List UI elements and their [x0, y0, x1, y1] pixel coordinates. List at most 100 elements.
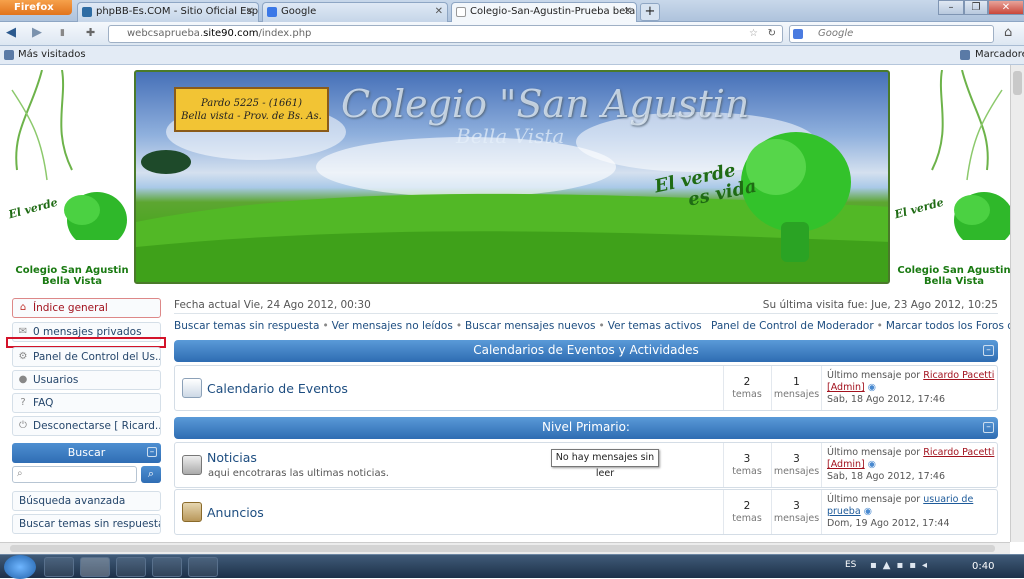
last-post-date: Sab, 18 Ago 2012, 17:46 [827, 394, 945, 405]
forum-name[interactable]: Noticias [207, 450, 257, 465]
home-icon[interactable]: ⌂ [1004, 25, 1012, 40]
scrollbar-thumb[interactable] [1013, 71, 1022, 95]
sidebar-item-user-panel[interactable]: ⚙ Panel de Control del Us... [12, 347, 161, 367]
search-placeholder: Google [818, 28, 854, 39]
tab-google[interactable]: Google ✕ [262, 2, 448, 22]
chrome-taskbar-icon[interactable] [116, 557, 146, 577]
star-icon[interactable]: ☆ [749, 26, 758, 42]
side-label: Colegio San Agustin Bella Vista [894, 265, 1010, 287]
quick-links: Buscar temas sin respuesta • Ver mensajes … [174, 320, 1010, 332]
collapse-icon[interactable]: – [983, 422, 994, 433]
language-indicator[interactable]: ES [845, 560, 856, 570]
topics-label: temas [732, 389, 762, 400]
tab-label: phpBB-Es.COM - Sitio Oficial España ... [96, 6, 259, 17]
forward-icon[interactable]: ▶ [32, 25, 46, 41]
explorer-taskbar-icon[interactable] [44, 557, 74, 577]
url-bar[interactable]: webcsaprueba.site90.com/index.php ☆ ↻ [108, 25, 783, 43]
tab-label: Colegio-San-Agustin-Prueba beta3 - ... [470, 6, 636, 17]
browser-tab-bar: Firefox phpBB-Es.COM - Sitio Oficial Esp… [0, 0, 1024, 22]
close-window-button[interactable]: ✕ [988, 0, 1024, 15]
forum-row-anuncios[interactable]: Anuncios 2 temas 3 mensajes Último mensaje… [174, 489, 998, 535]
sidebar-item-users[interactable]: ● Usuarios [12, 370, 161, 390]
topics-value: 3 [743, 453, 751, 465]
tab-phpbb[interactable]: phpBB-Es.COM - Sitio Oficial España ... … [77, 2, 259, 22]
last-post-role[interactable]: [Admin] [827, 459, 865, 470]
tab-colegio[interactable]: Colegio-San-Agustin-Prueba beta3 - ... ✕ [451, 2, 637, 22]
posts-count: 3 mensajes [771, 490, 821, 534]
goto-post-icon[interactable]: ◉ [868, 459, 876, 470]
forum-row-calendar[interactable]: Calendario de Eventos 2 temas 1 mensajes Ú… [174, 365, 998, 411]
clock[interactable]: 0:40 [972, 561, 994, 572]
reload-icon[interactable]: ↻ [768, 26, 776, 42]
collapse-icon[interactable]: – [983, 345, 994, 356]
close-icon[interactable]: ✕ [624, 3, 632, 21]
bookmarks-menu[interactable]: Marcadores [975, 46, 1024, 64]
advanced-search-link[interactable]: Búsqueda avanzada [12, 491, 161, 511]
category-header-primario[interactable]: Nivel Primario: – [174, 417, 998, 439]
forum-name[interactable]: Anuncios [207, 505, 264, 520]
last-post-prefix: Último mensaje por [827, 447, 921, 458]
close-icon[interactable]: ✕ [246, 3, 254, 21]
separator: • [598, 320, 605, 332]
filezilla-taskbar-icon[interactable] [152, 557, 182, 577]
separator: • [455, 320, 463, 332]
vertical-scrollbar[interactable] [1010, 65, 1024, 542]
calendar-icon [182, 378, 202, 398]
search-icon: ⌕ [17, 468, 23, 479]
category-header-calendar[interactable]: Calendarios de Eventos y Actividades – [174, 340, 998, 362]
back-icon[interactable]: ◀ [6, 25, 20, 41]
side-tree-right: El verde Colegio San Agustin Bella Vista [892, 70, 1010, 287]
sidebar-item-faq[interactable]: ? FAQ [12, 393, 161, 413]
posts-label: mensajes [773, 513, 820, 524]
last-post: Último mensaje por Ricardo Pacetti [Admi… [821, 443, 998, 487]
quicklink-moderator[interactable]: Panel de Control de Moderador [711, 320, 874, 332]
quicklink-unanswered[interactable]: Buscar temas sin respuesta [174, 320, 319, 332]
goto-post-icon[interactable]: ◉ [868, 382, 876, 393]
side-label-line: Colegio San Agustin [897, 265, 1010, 276]
sidebar-item-index[interactable]: ⌂ Índice general [12, 298, 161, 318]
bookmarks-most-visited[interactable]: Más visitados [18, 46, 86, 64]
tooltip: No hay mensajes sin leer [551, 449, 659, 479]
puzzle-icon[interactable]: ✚ [86, 26, 100, 40]
bookmarks-toolbar: Más visitados Marcadores [0, 46, 1024, 65]
scrollbar-thumb[interactable] [10, 545, 995, 552]
last-post-role[interactable]: [Admin] [827, 382, 865, 393]
collapse-icon[interactable]: – [147, 447, 157, 457]
quicklink-mark-read[interactable]: Marcar todos los Foros como leídos [886, 320, 1010, 332]
topics-value: 2 [743, 376, 751, 388]
new-tab-button[interactable]: + [640, 3, 660, 21]
posts-count: 3 mensajes [771, 443, 821, 487]
user-icon: ● [18, 374, 28, 385]
forum-name[interactable]: Calendario de Eventos [207, 381, 348, 396]
minimize-button[interactable]: – [938, 0, 964, 15]
quicklink-active[interactable]: Ver temas activos [608, 320, 702, 332]
search-button[interactable]: ⌕ [141, 466, 161, 483]
search-input[interactable]: Google [789, 25, 994, 43]
last-post-date: Dom, 19 Ago 2012, 17:44 [827, 518, 950, 529]
app-taskbar-icon[interactable] [188, 557, 218, 577]
horizontal-scrollbar[interactable] [0, 542, 1010, 554]
maximize-button[interactable]: ❐ [964, 0, 988, 15]
unanswered-topics-link[interactable]: Buscar temas sin respuesta [12, 514, 161, 534]
tray-icons[interactable]: ▪▲▪▪◂ [870, 560, 933, 571]
firefox-taskbar-icon[interactable] [80, 557, 110, 577]
firefox-menu-button[interactable]: Firefox [0, 0, 72, 15]
last-post-user[interactable]: Ricardo Pacetti [923, 447, 994, 458]
side-label: Colegio San Agustin Bella Vista [12, 265, 132, 287]
sign-line: Bella vista - Prov. de Bs. As. [181, 111, 322, 122]
quicklink-unread[interactable]: Ver mensajes no leídos [332, 320, 453, 332]
last-post: Último mensaje por usuario de prueba ◉ D… [821, 490, 998, 534]
close-icon[interactable]: ✕ [435, 3, 443, 21]
last-post-prefix: Último mensaje por [827, 494, 921, 505]
quicklink-new-posts[interactable]: Buscar mensajes nuevos [465, 320, 596, 332]
sidebar-item-label: Índice general [33, 302, 108, 314]
sidebar-search-input[interactable]: ⌕ [12, 466, 137, 483]
header-banner: Pardo 5225 - (1661) Bella vista - Prov. … [134, 70, 890, 284]
last-post-user[interactable]: Ricardo Pacetti [923, 370, 994, 381]
question-icon: ? [20, 397, 26, 408]
sidebar-item-logout[interactable]: ⏻ Desconectarse [ Ricard... [12, 416, 161, 436]
start-button[interactable] [4, 555, 36, 579]
last-post: Último mensaje por Ricardo Pacetti [Admi… [821, 366, 998, 410]
google-icon [267, 7, 277, 17]
goto-post-icon[interactable]: ◉ [864, 506, 872, 517]
